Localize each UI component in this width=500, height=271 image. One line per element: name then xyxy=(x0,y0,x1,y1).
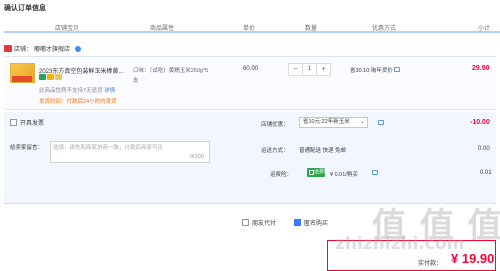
return-policy-note: 此商品性质不支持7天退货 详情 xyxy=(39,86,115,94)
freight-insurance-label: 运费险： xyxy=(270,172,293,178)
shipping-time-note: 发货时间：付款后24小时内发货 xyxy=(39,99,117,105)
shipping-method-label: 运送方式： xyxy=(261,148,289,154)
quantity-stepper: − 1 + xyxy=(288,63,331,76)
header-divider xyxy=(4,31,500,33)
service-badge-icon xyxy=(39,74,46,80)
shop-coupon-value: 省10元:22年新玉米 xyxy=(303,119,350,125)
quantity-input[interactable]: 1 xyxy=(302,64,317,75)
shipping-amount: 0.00 xyxy=(478,146,490,152)
return-policy-text: 此商品性质不支持7天退货 xyxy=(39,88,103,94)
memo-char-count: 0/200 xyxy=(190,154,204,160)
invoice-label: 开具发票 xyxy=(20,121,45,127)
page-title: 确认订单信息 xyxy=(4,5,46,12)
memo-label: 给卖家留言： xyxy=(10,145,44,151)
item-subtotal: 29.90 xyxy=(472,65,490,72)
invoice-option[interactable]: 开具发票 xyxy=(10,118,44,127)
service-badges xyxy=(39,74,62,80)
freight-insurance-tag: 运费险 xyxy=(314,169,330,175)
shop-icon xyxy=(4,45,12,52)
payment-label: 实付款： xyxy=(418,261,443,267)
friend-pay-label: 朋友代付 xyxy=(252,221,277,227)
shop-label: 店铺： xyxy=(14,47,33,53)
anonymous-label: 匿名购买 xyxy=(304,221,329,227)
freight-insurance-check-icon xyxy=(309,170,314,175)
product-attribute: 口味：（试吃）黄糯玉米250g*5 xyxy=(133,68,209,74)
shop-coupon-select[interactable]: 省10元:22年新玉米 ⌄ xyxy=(299,117,368,128)
increase-button[interactable]: + xyxy=(317,64,330,75)
return-policy-details-link[interactable]: 详情 xyxy=(104,88,115,94)
discount-info: 省30.10:淘年货价 xyxy=(350,66,401,74)
chevron-down-icon: ⌄ xyxy=(359,119,365,125)
message-icon[interactable] xyxy=(378,120,384,125)
message-icon[interactable] xyxy=(394,67,401,72)
unit-price: 60.00 xyxy=(243,66,259,72)
invoice-checkbox[interactable] xyxy=(10,119,17,126)
service-badge-icon xyxy=(55,74,62,80)
freight-insurance-price: ¥ 0.01/购买 xyxy=(330,172,358,178)
product-thumbnail-tag xyxy=(12,76,32,82)
freight-insurance-amount: 0.01 xyxy=(480,170,492,176)
coupon-amount: -10.00 xyxy=(470,119,490,126)
friend-pay-checkbox[interactable] xyxy=(242,219,249,226)
seller-memo-placeholder: 选填，请先和商家协商一致，付款后商家可见 xyxy=(53,145,164,151)
service-badge-icon xyxy=(47,74,54,80)
help-icon[interactable] xyxy=(372,170,378,175)
discount-text: 省30.10:淘年货价 xyxy=(350,68,393,74)
anonymous-option[interactable]: 匿名购买 xyxy=(294,218,328,227)
shop-coupon-label: 店铺优惠： xyxy=(261,122,289,128)
shop-row: 店铺： 嘟嘟才旗舰店 xyxy=(4,44,82,53)
anonymous-checkbox[interactable] xyxy=(294,219,301,226)
product-attribute-cont: 支 xyxy=(133,78,139,84)
shop-name-link[interactable]: 嘟嘟才旗舰店 xyxy=(34,44,70,53)
shipping-method-value: 普通配送 快递 免邮 xyxy=(299,148,347,154)
watermark-url: zhizhizhi.com xyxy=(335,234,465,254)
friend-pay-option[interactable]: 朋友代付 xyxy=(242,218,276,227)
decrease-button[interactable]: − xyxy=(289,64,302,75)
payment-amount: 19.90 xyxy=(461,251,495,266)
chat-icon[interactable] xyxy=(75,45,82,52)
